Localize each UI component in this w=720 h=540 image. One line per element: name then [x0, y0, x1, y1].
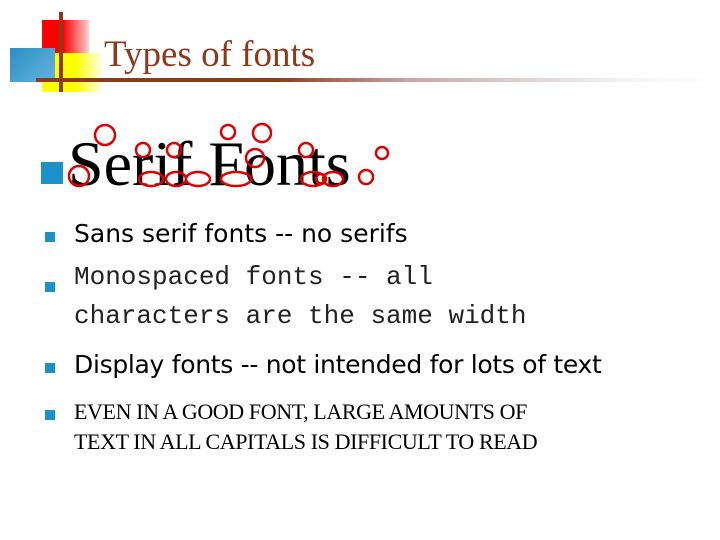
slide-logo [0, 0, 120, 100]
bullet-text-display: Display fonts -- not intended for lots o… [74, 350, 602, 379]
bullet-text-monospace-line2: characters are the same width [74, 301, 527, 331]
bullet-text-caps-line2: TEXT IN ALL CAPITALS IS DIFFICULT TO REA… [74, 429, 538, 454]
bullet-marker [45, 232, 55, 242]
bullet-text-sans-serif: Sans serif fonts -- no serifs [74, 219, 408, 248]
bullet-marker [45, 282, 55, 292]
serif-fonts-heading: Serif Fonts [68, 128, 351, 199]
bullet-text-caps-line1: EVEN IN A GOOD FONT, LARGE AMOUNTS OF [74, 399, 527, 424]
bullet-marker [45, 363, 55, 373]
serif-marker [374, 145, 390, 161]
bullet-marker [45, 410, 55, 420]
slide-title: Types of fonts [104, 34, 316, 75]
heading-bullet [41, 162, 63, 184]
title-underline [36, 78, 716, 82]
bullet-text-monospace-line1: Monospaced fonts -- all [74, 262, 433, 292]
logo-blue-square [10, 48, 55, 82]
serif-marker [357, 168, 375, 186]
